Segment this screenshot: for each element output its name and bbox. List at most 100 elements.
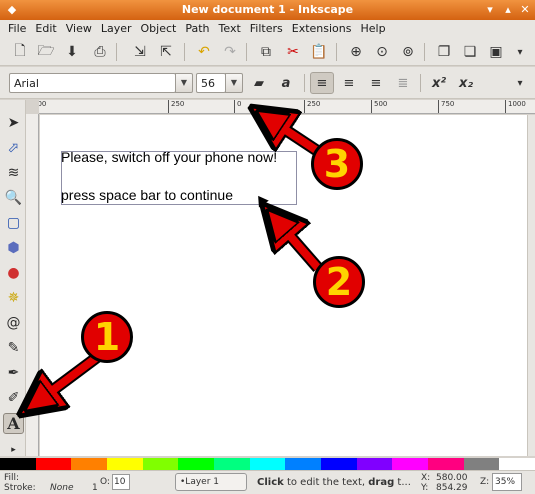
stroke-label: Stroke: [4, 483, 36, 493]
tweak-tool-icon[interactable]: ≋ [3, 162, 24, 183]
stroke-width[interactable]: 1 [92, 483, 98, 493]
menu-layer[interactable]: Layer [97, 20, 137, 38]
text-line-2[interactable]: press space bar to continue [61, 187, 233, 203]
print-icon[interactable]: ⎙ [90, 42, 110, 62]
palette-swatch[interactable] [0, 458, 36, 470]
opacity-label: O: [100, 477, 110, 487]
menu-bar: File Edit View Layer Object Path Text Fi… [0, 20, 535, 38]
palette-swatch[interactable] [142, 458, 179, 470]
window-title: New document 1 - Inkscape [181, 3, 354, 16]
subscript-icon[interactable]: x₂ [454, 72, 478, 94]
text-line-1[interactable]: Please, switch off your phone now! [61, 149, 277, 165]
menu-text[interactable]: Text [215, 20, 246, 38]
align-right-icon[interactable]: ≡ [364, 72, 388, 94]
new-document-icon[interactable]: 🗋 [10, 42, 30, 62]
text-tool-icon[interactable]: A [3, 413, 24, 434]
justify-icon[interactable]: ≣ [391, 72, 415, 94]
menu-path[interactable]: Path [181, 20, 214, 38]
open-icon[interactable]: 🗁 [36, 42, 56, 62]
close-icon[interactable]: ✕ [519, 4, 531, 16]
minimize-icon[interactable]: ▾ [484, 4, 496, 16]
menu-edit[interactable]: Edit [31, 20, 61, 38]
menu-file[interactable]: File [4, 20, 31, 38]
font-family-dropdown-icon[interactable]: ▼ [175, 73, 193, 93]
zoom-page-icon[interactable]: ⊚ [398, 42, 418, 62]
palette-swatch[interactable] [499, 458, 535, 470]
more-tools-icon[interactable]: ▸ [3, 439, 24, 460]
maximize-icon[interactable]: ▴ [502, 4, 514, 16]
font-size-input[interactable]: 56 [196, 73, 226, 93]
palette-swatch[interactable] [249, 458, 286, 470]
menu-help[interactable]: Help [356, 20, 390, 38]
more-commands-icon[interactable]: ▾ [510, 42, 530, 62]
layer-selector[interactable]: •Layer 1 [175, 473, 247, 491]
cut-icon[interactable]: ✂ [283, 42, 303, 62]
undo-icon[interactable]: ↶ [194, 42, 214, 62]
palette-swatch[interactable] [285, 458, 322, 470]
pencil-tool-icon[interactable]: ✎ [3, 337, 24, 358]
palette-swatch[interactable] [428, 458, 464, 470]
rectangle-tool-icon[interactable]: ▢ [3, 212, 24, 233]
selector-tool-icon[interactable]: ➤ [3, 112, 24, 133]
import-icon[interactable]: ⇲ [130, 42, 150, 62]
menu-view[interactable]: View [62, 20, 97, 38]
x-label: X: [421, 473, 431, 483]
ruler-label: 500 [39, 100, 46, 113]
y-coordinate: 854.29 [436, 483, 468, 493]
clone-icon[interactable]: ❏ [460, 42, 480, 62]
color-palette [0, 458, 535, 470]
bold-icon[interactable]: ▰ [247, 72, 271, 94]
fill-label: Fill: [4, 473, 20, 483]
vertical-scrollbar[interactable] [527, 115, 535, 456]
italic-icon[interactable]: a [274, 72, 298, 94]
opacity-input[interactable]: 10 [112, 474, 130, 490]
copy-icon[interactable]: ⧉ [256, 42, 276, 62]
export-icon[interactable]: ⇱ [156, 42, 176, 62]
inkscape-window: ◆ New document 1 - Inkscape ▾ ▴ ✕ File E… [0, 0, 535, 494]
callout-badge-2: 2 [313, 256, 365, 308]
palette-swatch[interactable] [178, 458, 215, 470]
save-icon[interactable]: ⬇ [62, 42, 82, 62]
font-family-input[interactable]: Arial [9, 73, 176, 93]
calligraphy-tool-icon[interactable]: ✐ [3, 387, 24, 408]
menu-filters[interactable]: Filters [246, 20, 288, 38]
menu-object[interactable]: Object [137, 20, 182, 38]
status-message: Click to edit the text, drag t... [257, 477, 411, 488]
spiral-tool-icon[interactable]: @ [3, 312, 24, 333]
align-left-icon[interactable]: ≡ [310, 72, 334, 94]
zoom-tool-icon[interactable]: 🔍 [3, 187, 24, 208]
palette-swatch[interactable] [392, 458, 429, 470]
zoom-label: Z: [480, 477, 490, 487]
ellipse-tool-icon[interactable]: ● [3, 262, 24, 283]
duplicate-icon[interactable]: ❐ [434, 42, 454, 62]
drawing-canvas[interactable]: Please, switch off your phone now! press… [40, 115, 527, 456]
box3d-tool-icon[interactable]: ⬢ [3, 237, 24, 258]
palette-swatch[interactable] [463, 458, 500, 470]
ruler-label: 1000 [505, 100, 526, 113]
status-message-text: to edit the text, [283, 477, 369, 488]
stroke-value[interactable]: None [50, 483, 73, 493]
zoom-selection-icon[interactable]: ⊕ [346, 42, 366, 62]
group-icon[interactable]: ▣ [486, 42, 506, 62]
status-message-bold: Click [257, 477, 284, 488]
palette-swatch[interactable] [356, 458, 393, 470]
font-size-dropdown-icon[interactable]: ▼ [225, 73, 243, 93]
palette-swatch[interactable] [321, 458, 357, 470]
menu-extensions[interactable]: Extensions [288, 20, 357, 38]
redo-icon[interactable]: ↷ [220, 42, 240, 62]
star-tool-icon[interactable]: ✵ [3, 287, 24, 308]
zoom-drawing-icon[interactable]: ⊙ [372, 42, 392, 62]
status-bar: Fill: Stroke: None 1 O: 10 •Layer 1 Clic… [0, 470, 535, 494]
palette-swatch[interactable] [71, 458, 108, 470]
palette-swatch[interactable] [35, 458, 72, 470]
palette-swatch[interactable] [214, 458, 250, 470]
pen-tool-icon[interactable]: ✒ [3, 362, 24, 383]
ruler-label: 250 [168, 100, 184, 113]
superscript-icon[interactable]: x² [427, 72, 451, 94]
node-tool-icon[interactable]: ⬀ [3, 137, 24, 158]
align-center-icon[interactable]: ≡ [337, 72, 361, 94]
paste-icon[interactable]: 📋 [309, 42, 329, 62]
zoom-input[interactable]: 35% [492, 473, 522, 491]
more-text-options-icon[interactable]: ▾ [508, 72, 532, 94]
palette-swatch[interactable] [107, 458, 143, 470]
